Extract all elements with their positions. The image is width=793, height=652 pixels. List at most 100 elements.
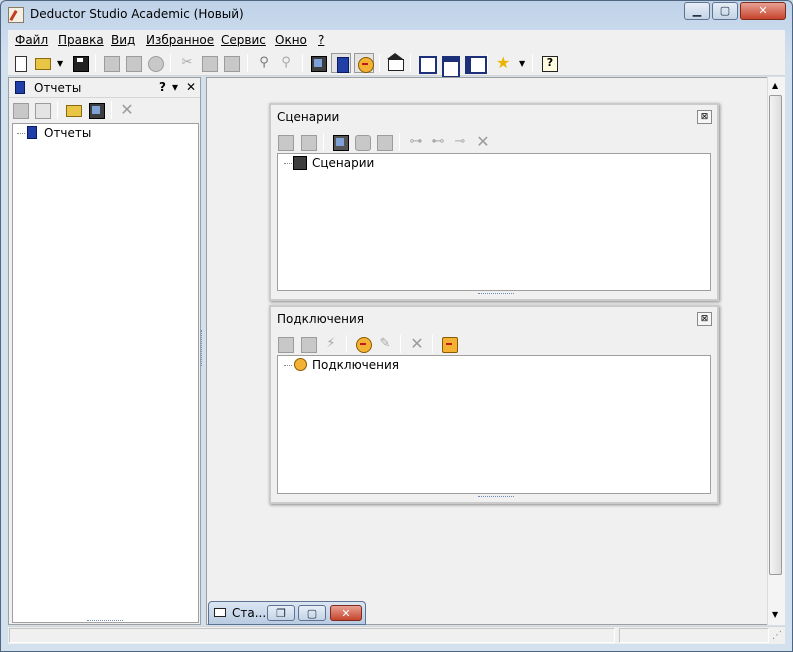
- menu-view[interactable]: Вид: [111, 33, 135, 47]
- tree-item-connections[interactable]: Подключения: [312, 358, 399, 372]
- menu-edit[interactable]: Правка: [58, 33, 104, 47]
- help-button[interactable]: ?: [539, 53, 559, 73]
- tree-line: [284, 365, 292, 366]
- status-segment-main: [9, 628, 615, 643]
- add-report-button[interactable]: [86, 100, 106, 120]
- node-up-button[interactable]: ⊶: [406, 132, 426, 152]
- connections-close-button[interactable]: ⊠: [697, 312, 712, 326]
- import-button[interactable]: [330, 132, 350, 152]
- toolbar-separator: [247, 54, 248, 72]
- start-page-button[interactable]: [385, 53, 405, 73]
- menu-service[interactable]: Сервис: [221, 33, 266, 47]
- cascade-windows-icon: [419, 56, 437, 74]
- report-refresh-button[interactable]: [32, 100, 52, 120]
- test-connection-button[interactable]: [439, 334, 459, 354]
- process-icon: [355, 135, 371, 151]
- open-dropdown-icon[interactable]: ▼: [57, 59, 63, 68]
- print-button[interactable]: [101, 53, 121, 73]
- panel-close-button[interactable]: ✕: [186, 80, 196, 94]
- connection-properties-button[interactable]: [275, 334, 295, 354]
- tile-horizontal-icon: [442, 56, 460, 78]
- plug-icon: ⚡: [326, 336, 336, 351]
- properties-icon: [278, 135, 294, 151]
- scroll-down-icon[interactable]: ▼: [772, 610, 778, 619]
- menu-bar: Файл Правка Вид Избранное Сервис Окно ?: [8, 30, 785, 50]
- settings-icon: [301, 337, 317, 353]
- scenarios-splitter-grip[interactable]: [478, 293, 514, 294]
- star-icon: ★: [496, 53, 511, 72]
- add-connection-button[interactable]: [353, 334, 373, 354]
- preview-button[interactable]: [123, 53, 143, 73]
- scenarios-toggle[interactable]: [308, 53, 328, 73]
- tile-vertical-button[interactable]: [462, 53, 487, 74]
- report-properties-button[interactable]: [10, 100, 30, 120]
- resize-grip-icon[interactable]: ⋰: [772, 630, 782, 641]
- vertical-splitter[interactable]: [201, 330, 205, 366]
- scroll-up-icon[interactable]: ▲: [772, 81, 778, 90]
- maximize-child-button[interactable]: ▢: [298, 605, 326, 621]
- panel-help-button[interactable]: ?: [159, 80, 166, 94]
- tree-item-scenarios[interactable]: Сценарии: [312, 156, 374, 170]
- new-document-icon: [15, 56, 27, 72]
- minimized-start-window[interactable]: Ста... ❐ ▢ ✕: [208, 601, 366, 625]
- properties-icon: [278, 337, 294, 353]
- scenarios-toolbar: ⊶ ⊷ ⊸ ✕: [275, 129, 715, 153]
- save-button[interactable]: [70, 53, 90, 73]
- tree-line: [284, 163, 292, 164]
- favorites-button[interactable]: ★: [494, 53, 514, 73]
- find-button[interactable]: ⚲: [254, 53, 274, 73]
- process-button[interactable]: [352, 132, 372, 152]
- menu-window[interactable]: Окно: [275, 33, 307, 47]
- minimized-window-title: Ста...: [232, 606, 267, 620]
- cut-button[interactable]: ✂: [177, 53, 197, 73]
- edit-connection-button[interactable]: ✎: [375, 334, 395, 354]
- connections-splitter-grip[interactable]: [478, 496, 514, 497]
- tree-item-reports[interactable]: Отчеты: [44, 126, 91, 140]
- connect-button[interactable]: ⚡: [321, 334, 341, 354]
- scrollbar-thumb[interactable]: [769, 95, 782, 575]
- connection-delete-button[interactable]: ✕: [407, 334, 427, 354]
- maximize-button[interactable]: ▢: [712, 2, 738, 20]
- toolbar-separator: [57, 101, 58, 119]
- reports-toggle[interactable]: [331, 53, 351, 73]
- node-move-button[interactable]: ⊸: [450, 132, 470, 152]
- connections-window: Подключения ⊠ ⚡ ✎ ✕ Подключения: [269, 305, 719, 504]
- close-child-button[interactable]: ✕: [330, 605, 362, 621]
- connection-settings-button[interactable]: [298, 334, 318, 354]
- connections-toggle[interactable]: [354, 53, 374, 73]
- toolbar-separator: [410, 54, 411, 72]
- scenarios-close-button[interactable]: ⊠: [697, 110, 712, 124]
- menu-file[interactable]: Файл: [15, 33, 48, 47]
- minimize-button[interactable]: ▁: [684, 2, 710, 20]
- reports-tree: Отчеты: [12, 123, 199, 623]
- export-button[interactable]: [145, 53, 165, 73]
- main-toolbar: ▼ ✂ ⚲ ⚲ ★ ▼ ?: [8, 50, 785, 78]
- scenario-properties-button[interactable]: [275, 132, 295, 152]
- copy-button[interactable]: [199, 53, 219, 73]
- copy-icon: [202, 56, 218, 72]
- restore-button[interactable]: ❐: [267, 605, 295, 621]
- home-icon: [387, 53, 404, 71]
- add-folder-button[interactable]: [63, 100, 83, 120]
- scenarios-tree: Сценарии: [277, 153, 711, 291]
- new-button[interactable]: [10, 53, 30, 73]
- scenario-delete-button[interactable]: ✕: [473, 132, 493, 152]
- scenarios-title: Сценарии: [277, 110, 340, 124]
- add-report-icon: [89, 103, 105, 119]
- open-button[interactable]: [32, 53, 52, 73]
- cascade-button[interactable]: [416, 53, 437, 74]
- panel-pin-button[interactable]: ▾: [172, 80, 178, 94]
- paste-button[interactable]: [221, 53, 241, 73]
- menu-help[interactable]: ?: [318, 33, 324, 47]
- panel-splitter-grip[interactable]: [87, 620, 123, 624]
- find-next-button[interactable]: ⚲: [276, 53, 296, 73]
- delete-report-button[interactable]: ✕: [117, 100, 137, 120]
- close-button[interactable]: ✕: [740, 2, 786, 20]
- menu-favorites[interactable]: Избранное: [146, 33, 214, 47]
- scenario-settings-button[interactable]: [298, 132, 318, 152]
- node-down-button[interactable]: ⊷: [428, 132, 448, 152]
- visualize-button[interactable]: [374, 132, 394, 152]
- paste-icon: [224, 56, 240, 72]
- tile-horizontal-button[interactable]: [439, 53, 460, 78]
- favorites-dropdown-icon[interactable]: ▼: [519, 59, 525, 68]
